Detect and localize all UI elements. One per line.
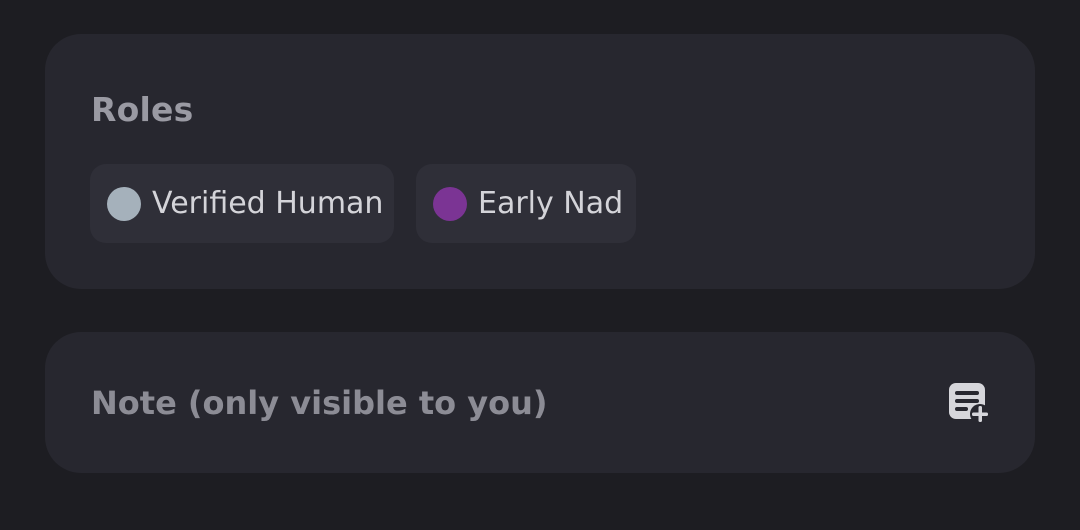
role-color-dot (107, 186, 141, 221)
role-label: Early Nad (478, 185, 624, 221)
roles-card: Roles Verified Human Early Nad (45, 34, 1035, 289)
role-color-dot (433, 186, 467, 221)
role-pill-early-nad[interactable]: Early Nad (416, 164, 636, 243)
role-label: Verified Human (152, 185, 384, 221)
note-field[interactable]: Note (only visible to you) (45, 332, 1035, 473)
add-note-icon[interactable] (947, 381, 991, 425)
note-placeholder: Note (only visible to you) (91, 383, 548, 422)
roles-heading: Roles (91, 90, 194, 129)
role-pill-verified-human[interactable]: Verified Human (90, 164, 394, 243)
